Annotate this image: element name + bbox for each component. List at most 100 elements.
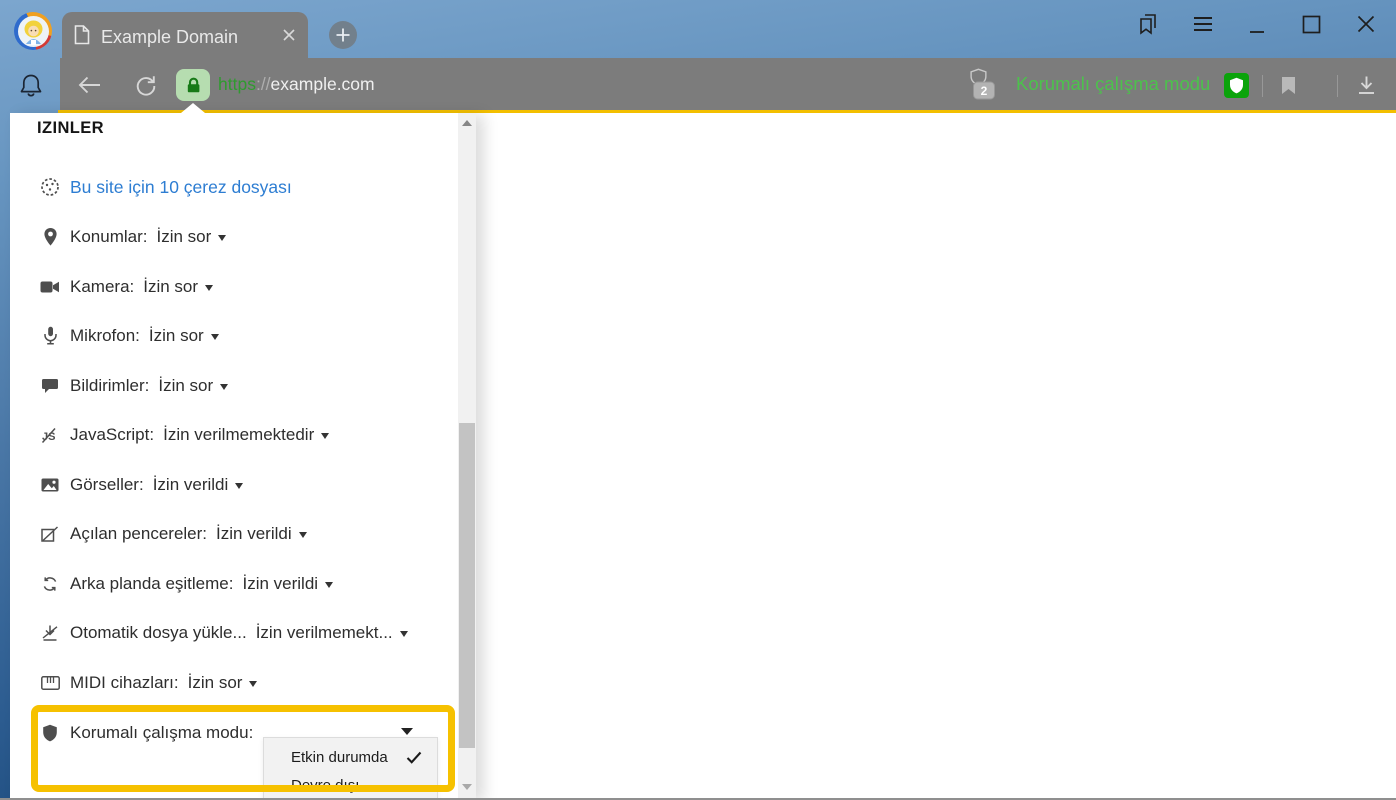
permission-value: İzin verilmemektedir bbox=[163, 425, 314, 445]
page-icon bbox=[74, 25, 90, 50]
menu-option-enabled[interactable]: Etkin durumda bbox=[264, 743, 437, 771]
tab-close-icon[interactable] bbox=[282, 28, 296, 47]
permission-value-dropdown[interactable]: İzin verildi bbox=[153, 475, 244, 495]
permission-row-auto-download: Otomatik dosya yükle... İzin verilmemekt… bbox=[38, 619, 408, 647]
chevron-down-icon bbox=[325, 582, 333, 588]
permission-value-dropdown[interactable]: İzin sor bbox=[149, 326, 219, 346]
url-separator: :// bbox=[256, 74, 271, 95]
chevron-down-icon bbox=[211, 334, 219, 340]
permission-value-dropdown[interactable]: İzin verilmemekt... bbox=[256, 623, 408, 643]
chevron-down-icon bbox=[299, 532, 307, 538]
permission-row-locations: Konumlar: İzin sor bbox=[38, 223, 226, 251]
bookmark-page-button[interactable] bbox=[1281, 76, 1296, 95]
check-icon bbox=[406, 751, 422, 764]
maximize-icon bbox=[1302, 15, 1321, 34]
permission-state-menu: Etkin durumda Devre dışı bbox=[263, 737, 438, 800]
url-scheme: https bbox=[218, 74, 256, 95]
notifications-bell-button[interactable] bbox=[18, 72, 44, 106]
permission-label: Kamera: bbox=[70, 277, 134, 297]
address-url[interactable]: https://example.com bbox=[218, 74, 375, 95]
shield-badge-count: 2 bbox=[981, 84, 988, 98]
permission-value: İzin verildi bbox=[242, 574, 318, 594]
popup-anchor-arrow bbox=[181, 103, 205, 113]
chevron-down-icon bbox=[235, 483, 243, 489]
permission-row-microphone: Mikrofon: İzin sor bbox=[38, 322, 219, 350]
permission-value-dropdown[interactable]: İzin verildi bbox=[216, 524, 307, 544]
popup-scrollbar[interactable] bbox=[458, 113, 476, 800]
midi-icon bbox=[38, 676, 62, 690]
camera-icon bbox=[38, 280, 62, 294]
shield-counter-icon: 2 bbox=[964, 66, 1000, 104]
permission-row-popups: Açılan pencereler: İzin verildi bbox=[38, 520, 307, 548]
download-icon bbox=[1355, 73, 1378, 97]
scroll-up-icon[interactable] bbox=[462, 120, 472, 126]
permission-label: Korumalı çalışma modu: bbox=[70, 723, 253, 743]
reload-button[interactable] bbox=[133, 73, 158, 98]
permission-label: Arka planda eşitleme: bbox=[70, 574, 233, 594]
plus-icon bbox=[335, 27, 351, 43]
images-icon bbox=[38, 478, 62, 492]
cookie-files-link[interactable]: Bu site için 10 çerez dosyası bbox=[70, 177, 292, 198]
permission-value: İzin verildi bbox=[153, 475, 229, 495]
bookmarks-icon bbox=[1135, 11, 1161, 37]
site-lock-button[interactable] bbox=[176, 69, 210, 101]
location-icon bbox=[38, 227, 62, 247]
permission-row-midi: MIDI cihazları: İzin sor bbox=[38, 669, 257, 697]
protection-mode-label: Korumalı çalışma modu bbox=[1016, 73, 1210, 95]
bookmarks-panel-button[interactable] bbox=[1134, 10, 1162, 38]
browser-tab[interactable]: Example Domain bbox=[62, 12, 308, 62]
back-button[interactable] bbox=[76, 74, 103, 96]
permission-value: İzin verildi bbox=[216, 524, 292, 544]
menu-option-label: Devre dışı bbox=[291, 777, 359, 794]
permission-value: İzin sor bbox=[149, 326, 204, 346]
permission-label: MIDI cihazları: bbox=[70, 673, 179, 693]
permission-label: Açılan pencereler: bbox=[70, 524, 207, 544]
javascript-icon: JS bbox=[38, 427, 62, 444]
minimize-button[interactable] bbox=[1243, 14, 1271, 42]
downloads-button[interactable] bbox=[1355, 73, 1378, 97]
scroll-down-icon[interactable] bbox=[462, 784, 472, 790]
reload-icon bbox=[133, 73, 158, 98]
permission-value: İzin sor bbox=[156, 227, 211, 247]
notifications-icon bbox=[38, 378, 62, 395]
auto-download-icon bbox=[38, 624, 62, 642]
protection-shield-button[interactable] bbox=[1224, 73, 1249, 98]
tab-title: Example Domain bbox=[101, 27, 282, 48]
permission-value-dropdown[interactable]: İzin sor bbox=[158, 376, 228, 396]
permission-value-dropdown[interactable]: İzin sor bbox=[188, 673, 258, 693]
new-tab-button[interactable] bbox=[329, 21, 357, 49]
cookie-files-row: Bu site için 10 çerez dosyası bbox=[38, 173, 292, 201]
chevron-down-icon bbox=[249, 681, 257, 687]
chevron-down-icon bbox=[321, 433, 329, 439]
permission-value-dropdown[interactable]: İzin verildi bbox=[242, 574, 333, 594]
maximize-button[interactable] bbox=[1297, 10, 1325, 38]
permission-label: Mikrofon: bbox=[70, 326, 140, 346]
menu-button[interactable] bbox=[1189, 10, 1217, 38]
url-host: example.com bbox=[271, 74, 375, 95]
scrollbar-thumb[interactable] bbox=[459, 423, 475, 748]
permission-row-notifications: Bildirimler: İzin sor bbox=[38, 372, 228, 400]
permission-value-dropdown[interactable]: İzin sor bbox=[143, 277, 213, 297]
permission-value-dropdown[interactable]: İzin verilmemektedir bbox=[163, 425, 329, 445]
permission-row-protected-mode: Korumalı çalışma modu: bbox=[38, 719, 253, 747]
background-sync-icon bbox=[38, 576, 62, 592]
browser-window: Example Domain bbox=[0, 0, 1396, 800]
chevron-down-icon bbox=[220, 384, 228, 390]
permissions-title: IZINLER bbox=[37, 119, 104, 138]
permission-label: Bildirimler: bbox=[70, 376, 149, 396]
chevron-down-icon[interactable] bbox=[401, 728, 413, 735]
shield-icon bbox=[38, 724, 62, 743]
profile-avatar[interactable] bbox=[14, 12, 52, 50]
microphone-icon bbox=[38, 326, 62, 346]
menu-option-disabled[interactable]: Devre dışı bbox=[264, 771, 437, 799]
close-button[interactable] bbox=[1352, 10, 1380, 38]
permission-row-background-sync: Arka planda eşitleme: İzin verildi bbox=[38, 570, 333, 598]
popups-icon bbox=[38, 526, 62, 542]
permission-row-camera: Kamera: İzin sor bbox=[38, 273, 213, 301]
shield-icon bbox=[1229, 77, 1244, 95]
permission-value: İzin verilmemekt... bbox=[256, 623, 393, 643]
cookie-icon bbox=[38, 177, 62, 197]
site-shield-counter-button[interactable]: 2 bbox=[964, 66, 1000, 104]
hamburger-icon bbox=[1193, 15, 1213, 33]
permission-value-dropdown[interactable]: İzin sor bbox=[156, 227, 226, 247]
